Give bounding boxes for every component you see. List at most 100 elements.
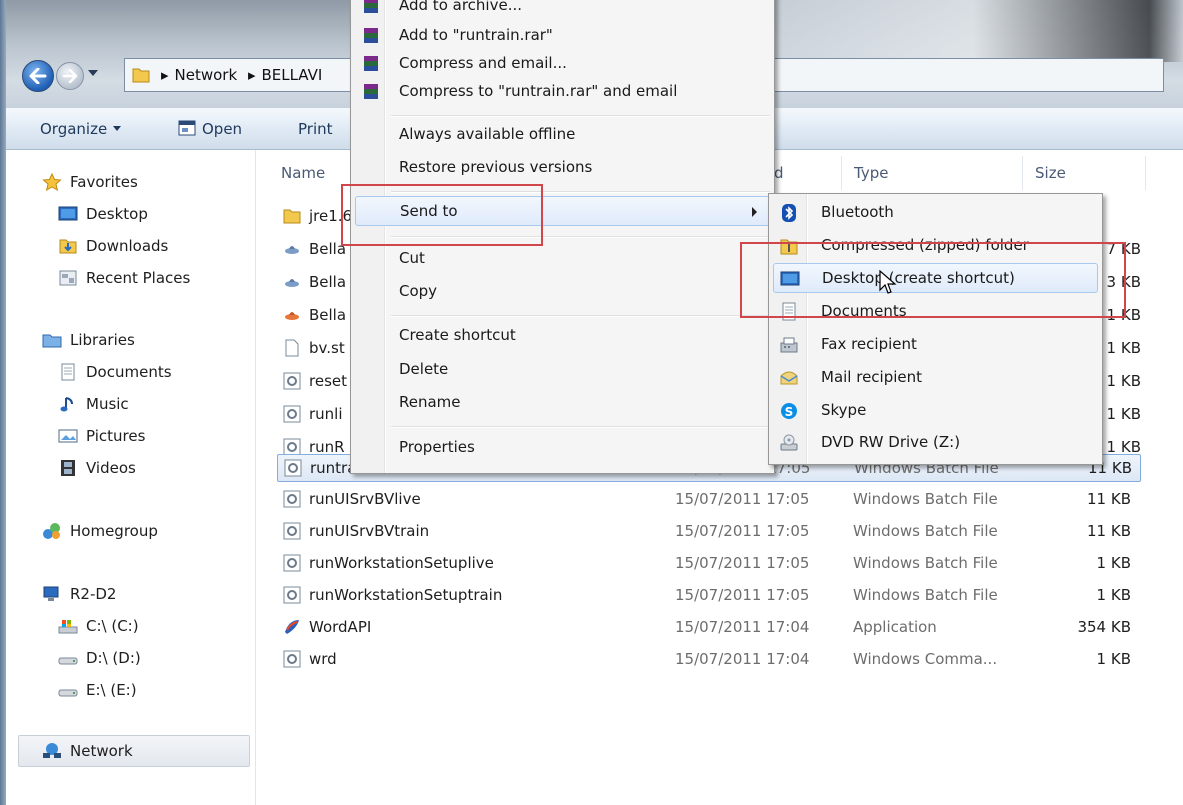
nav-documents[interactable]: Documents xyxy=(58,360,172,384)
back-button[interactable] xyxy=(22,60,54,92)
nav-pictures-label: Pictures xyxy=(86,427,146,445)
send-to-dvd-drive[interactable]: DVD RW Drive (Z:) xyxy=(771,428,1100,458)
breadcrumb: ▸ Network ▸ BELLAVI xyxy=(161,66,328,84)
file-row-11[interactable]: runWorkstationSetuplive 15/07/2011 17:05… xyxy=(277,550,1141,578)
winrar-icon xyxy=(364,0,378,13)
menu-properties[interactable]: Properties xyxy=(353,433,772,463)
send-to-skype[interactable]: S Skype xyxy=(771,396,1100,426)
menu-offline-label: Always available offline xyxy=(399,125,576,143)
breadcrumb-network[interactable]: Network xyxy=(175,66,238,84)
nav-drive-d[interactable]: D:\ (D:) xyxy=(58,646,141,670)
menu-compress-rar-email[interactable]: Compress to "runtrain.rar" and email xyxy=(353,77,772,107)
send-to-bluetooth-label: Bluetooth xyxy=(821,203,894,221)
network-icon xyxy=(43,743,61,758)
file-date: 15/07/2011 17:05 xyxy=(675,586,810,604)
menu-cut-label: Cut xyxy=(399,249,425,267)
nav-music[interactable]: Music xyxy=(58,392,129,416)
file-name: bv.st xyxy=(309,339,345,357)
nav-favorites[interactable]: Favorites xyxy=(42,170,138,194)
column-header-name[interactable]: Name xyxy=(281,164,325,182)
menu-properties-label: Properties xyxy=(399,438,475,456)
column-separator[interactable] xyxy=(1022,156,1023,190)
send-to-skype-label: Skype xyxy=(821,401,867,419)
bluetooth-icon xyxy=(782,204,796,222)
column-separator[interactable] xyxy=(841,156,842,190)
file-row-9[interactable]: runUISrvBVlive 15/07/2011 17:05 Windows … xyxy=(277,486,1141,514)
nav-recent-places[interactable]: Recent Places xyxy=(58,266,190,290)
menu-rename-label: Rename xyxy=(399,393,461,411)
nav-drive-d-label: D:\ (D:) xyxy=(86,649,141,667)
batch-file-icon xyxy=(283,405,301,423)
libraries-icon xyxy=(42,334,62,348)
send-to-bluetooth[interactable]: Bluetooth xyxy=(771,198,1100,228)
menu-restore-previous-versions[interactable]: Restore previous versions xyxy=(353,153,772,183)
nav-pictures[interactable]: Pictures xyxy=(58,424,145,448)
menu-add-to-rar[interactable]: Add to "runtrain.rar" xyxy=(353,21,772,51)
nav-desktop-label: Desktop xyxy=(86,205,148,223)
menu-add-to-archive[interactable]: Add to archive... xyxy=(353,0,772,21)
nav-network[interactable]: Network xyxy=(42,739,133,763)
send-to-submenu: Bluetooth Compressed (zipped) folder Des… xyxy=(768,193,1103,465)
menu-create-shortcut[interactable]: Create shortcut xyxy=(353,321,772,351)
nav-computer[interactable]: R2-D2 xyxy=(42,582,116,606)
menu-rename[interactable]: Rename xyxy=(353,388,772,418)
file-date: 15/07/2011 17:04 xyxy=(675,618,810,636)
column-header-size[interactable]: Size xyxy=(1035,164,1066,182)
send-to-mail[interactable]: Mail recipient xyxy=(771,363,1100,393)
column-separator[interactable] xyxy=(1145,156,1146,190)
nav-drive-c[interactable]: C:\ (C:) xyxy=(58,614,139,638)
breadcrumb-separator-icon: ▸ xyxy=(247,66,256,84)
file-name: runUISrvBVtrain xyxy=(309,522,430,540)
highlight-box-send-to xyxy=(341,184,543,246)
svg-text:S: S xyxy=(785,405,794,419)
file-type: Windows Batch File xyxy=(853,490,998,508)
nav-homegroup[interactable]: Homegroup xyxy=(42,519,158,543)
homegroup-icon xyxy=(43,523,60,539)
system-drive-icon xyxy=(58,620,78,634)
print-label: Print xyxy=(298,120,333,138)
column-header-type[interactable]: Type xyxy=(854,164,888,182)
music-note-icon xyxy=(60,397,73,412)
menu-delete[interactable]: Delete xyxy=(353,355,772,385)
menu-cut[interactable]: Cut xyxy=(353,244,772,274)
folder-icon xyxy=(283,209,301,224)
nav-desktop[interactable]: Desktop xyxy=(58,202,148,226)
forward-button[interactable] xyxy=(56,62,84,90)
nav-downloads[interactable]: Downloads xyxy=(58,234,168,258)
menu-add-to-archive-label: Add to archive... xyxy=(399,0,522,14)
menu-always-available-offline[interactable]: Always available offline xyxy=(353,120,772,150)
nav-libraries[interactable]: Libraries xyxy=(42,328,135,352)
nav-libraries-label: Libraries xyxy=(70,331,135,349)
menu-copy[interactable]: Copy xyxy=(353,277,772,307)
open-button[interactable]: Open xyxy=(178,120,242,138)
file-date: 15/07/2011 17:05 xyxy=(675,522,810,540)
nav-drive-e[interactable]: E:\ (E:) xyxy=(58,678,137,702)
breadcrumb-bellavi[interactable]: BELLAVI xyxy=(261,66,322,84)
nav-network-label: Network xyxy=(70,742,133,760)
file-row-10[interactable]: runUISrvBVtrain 15/07/2011 17:05 Windows… xyxy=(277,518,1141,546)
file-row-14[interactable]: wrd 15/07/2011 17:04 Windows Comma... 1 … xyxy=(277,646,1141,674)
menu-compress-rar-email-label: Compress to "runtrain.rar" and email xyxy=(399,82,678,100)
file-name: reset xyxy=(309,372,347,390)
file-row-13[interactable]: WordAPI 15/07/2011 17:04 Application 354… xyxy=(277,614,1141,642)
file-name: runWorkstationSetuptrain xyxy=(309,586,503,604)
recent-places-icon xyxy=(59,270,77,286)
file-row-12[interactable]: runWorkstationSetuptrain 15/07/2011 17:0… xyxy=(277,582,1141,610)
file-type: Windows Batch File xyxy=(853,554,998,572)
java-file-icon xyxy=(285,312,299,320)
breadcrumb-separator-icon: ▸ xyxy=(161,66,169,84)
organize-button[interactable]: Organize xyxy=(40,120,122,138)
menu-separator xyxy=(391,115,770,117)
nav-videos-label: Videos xyxy=(86,459,136,477)
nav-videos[interactable]: Videos xyxy=(58,456,136,480)
menu-compress-email[interactable]: Compress and email... xyxy=(353,49,772,79)
file-name: runli xyxy=(309,405,343,423)
print-button[interactable]: Print xyxy=(298,120,333,138)
batch-file-icon xyxy=(284,459,302,477)
send-to-fax[interactable]: Fax recipient xyxy=(771,330,1100,360)
menu-compress-email-label: Compress and email... xyxy=(399,54,567,72)
file-size: 11 KB xyxy=(1087,490,1131,508)
column-header-date-modified[interactable]: d xyxy=(774,164,784,182)
recent-pages-dropdown[interactable] xyxy=(88,70,98,76)
chevron-down-icon xyxy=(113,126,122,131)
